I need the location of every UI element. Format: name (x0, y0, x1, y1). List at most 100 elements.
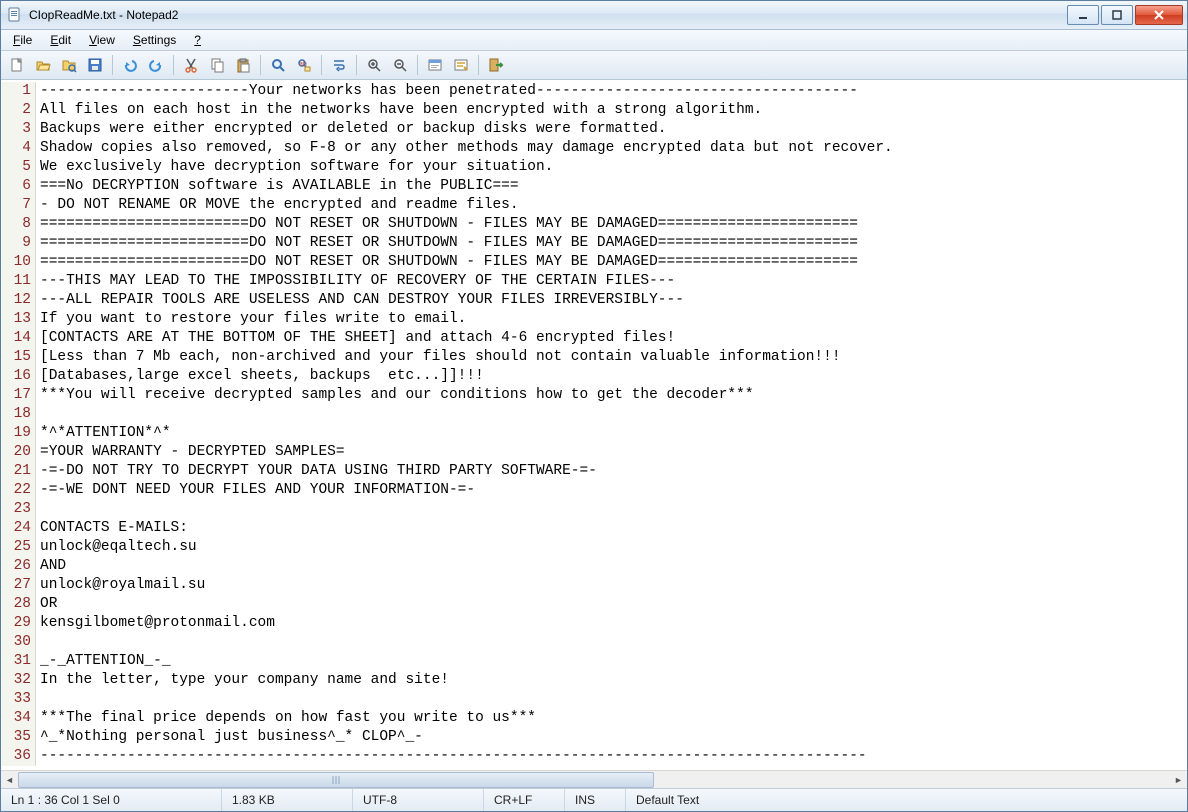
editor-line[interactable]: 18 (1, 405, 1187, 424)
cut-button[interactable] (179, 53, 203, 77)
line-text[interactable]: OR (36, 595, 57, 614)
line-text[interactable]: We exclusively have decryption software … (36, 158, 553, 177)
line-text[interactable]: Shadow copies also removed, so F-8 or an… (36, 139, 893, 158)
line-text[interactable]: ========================DO NOT RESET OR … (36, 234, 858, 253)
zoom-out-button[interactable] (388, 53, 412, 77)
line-text[interactable] (36, 405, 40, 424)
line-text[interactable]: [Less than 7 Mb each, non-archived and y… (36, 348, 841, 367)
editor-line[interactable]: 30 (1, 633, 1187, 652)
line-text[interactable]: *^*ATTENTION*^* (36, 424, 171, 443)
editor-line[interactable]: 6===No DECRYPTION software is AVAILABLE … (1, 177, 1187, 196)
editor-line[interactable]: 10========================DO NOT RESET O… (1, 253, 1187, 272)
line-text[interactable]: ========================DO NOT RESET OR … (36, 253, 858, 272)
editor-line[interactable]: 1------------------------Your networks h… (1, 82, 1187, 101)
save-button[interactable] (83, 53, 107, 77)
line-text[interactable]: -=-WE DONT NEED YOUR FILES AND YOUR INFO… (36, 481, 475, 500)
editor-line[interactable]: 33 (1, 690, 1187, 709)
line-text[interactable] (36, 690, 40, 709)
menu-edit[interactable]: Edit (42, 32, 79, 48)
new-button[interactable] (5, 53, 29, 77)
line-text[interactable]: ------------------------Your networks ha… (36, 82, 858, 101)
editor-line[interactable]: 29kensgilbomet@protonmail.com (1, 614, 1187, 633)
scroll-left-arrow-icon[interactable]: ◄ (1, 771, 18, 788)
editor-line[interactable]: 27unlock@royalmail.su (1, 576, 1187, 595)
redo-button[interactable] (144, 53, 168, 77)
line-text[interactable]: If you want to restore your files write … (36, 310, 466, 329)
editor-line[interactable]: 14[CONTACTS ARE AT THE BOTTOM OF THE SHE… (1, 329, 1187, 348)
editor-line[interactable]: 21-=-DO NOT TRY TO DECRYPT YOUR DATA USI… (1, 462, 1187, 481)
editor-line[interactable]: 2All files on each host in the networks … (1, 101, 1187, 120)
line-text[interactable] (36, 633, 40, 652)
close-button[interactable] (1135, 5, 1183, 25)
customize-button[interactable] (449, 53, 473, 77)
line-text[interactable]: ^_*Nothing personal just business^_* CLO… (36, 728, 423, 747)
find-button[interactable] (266, 53, 290, 77)
editor-line[interactable]: 32In the letter, type your company name … (1, 671, 1187, 690)
editor-line[interactable]: 15[Less than 7 Mb each, non-archived and… (1, 348, 1187, 367)
editor-line[interactable]: 9========================DO NOT RESET OR… (1, 234, 1187, 253)
minimize-button[interactable] (1067, 5, 1099, 25)
editor-line[interactable]: 35^_*Nothing personal just business^_* C… (1, 728, 1187, 747)
open-button[interactable] (31, 53, 55, 77)
line-text[interactable]: [Databases,large excel sheets, backups e… (36, 367, 484, 386)
line-text[interactable]: Backups were either encrypted or deleted… (36, 120, 667, 139)
line-text[interactable]: All files on each host in the networks h… (36, 101, 762, 120)
line-text[interactable]: ***You will receive decrypted samples an… (36, 386, 754, 405)
menu-help[interactable]: ? (186, 32, 209, 48)
status-eol[interactable]: CR+LF (484, 789, 565, 811)
horizontal-scrollbar[interactable]: ◄ ► (1, 770, 1187, 788)
line-text[interactable]: unlock@royalmail.su (36, 576, 205, 595)
line-text[interactable]: In the letter, type your company name an… (36, 671, 449, 690)
editor-line[interactable]: 23 (1, 500, 1187, 519)
wordwrap-button[interactable] (327, 53, 351, 77)
line-text[interactable]: [CONTACTS ARE AT THE BOTTOM OF THE SHEET… (36, 329, 675, 348)
line-text[interactable] (36, 500, 40, 519)
status-ovr[interactable]: INS (565, 789, 626, 811)
line-text[interactable]: CONTACTS E-MAILS: (36, 519, 188, 538)
editor-line[interactable]: 22-=-WE DONT NEED YOUR FILES AND YOUR IN… (1, 481, 1187, 500)
editor-line[interactable]: 13If you want to restore your files writ… (1, 310, 1187, 329)
status-lexer[interactable]: Default Text (626, 789, 1187, 811)
scheme-button[interactable] (423, 53, 447, 77)
editor-line[interactable]: 8========================DO NOT RESET OR… (1, 215, 1187, 234)
zoom-in-button[interactable] (362, 53, 386, 77)
line-text[interactable]: -=-DO NOT TRY TO DECRYPT YOUR DATA USING… (36, 462, 597, 481)
editor-line[interactable]: 16[Databases,large excel sheets, backups… (1, 367, 1187, 386)
copy-button[interactable] (205, 53, 229, 77)
editor-line[interactable]: 19*^*ATTENTION*^* (1, 424, 1187, 443)
menu-file[interactable]: File (5, 32, 40, 48)
editor-line[interactable]: 36--------------------------------------… (1, 747, 1187, 766)
editor-line[interactable]: 26AND (1, 557, 1187, 576)
editor-line[interactable]: 28OR (1, 595, 1187, 614)
editor-line[interactable]: 25unlock@eqaltech.su (1, 538, 1187, 557)
line-text[interactable]: kensgilbomet@protonmail.com (36, 614, 275, 633)
editor-line[interactable]: 20=YOUR WARRANTY - DECRYPTED SAMPLES= (1, 443, 1187, 462)
line-text[interactable]: AND (36, 557, 66, 576)
editor-line[interactable]: 12---ALL REPAIR TOOLS ARE USELESS AND CA… (1, 291, 1187, 310)
exit-button[interactable] (484, 53, 508, 77)
menu-view[interactable]: View (81, 32, 123, 48)
line-text[interactable]: ===No DECRYPTION software is AVAILABLE i… (36, 177, 519, 196)
editor-line[interactable]: 3Backups were either encrypted or delete… (1, 120, 1187, 139)
line-text[interactable]: unlock@eqaltech.su (36, 538, 197, 557)
status-encoding[interactable]: UTF-8 (353, 789, 484, 811)
replace-button[interactable]: ab (292, 53, 316, 77)
scroll-track[interactable] (18, 771, 1170, 788)
editor[interactable]: 1------------------------Your networks h… (1, 80, 1187, 770)
line-text[interactable]: ========================DO NOT RESET OR … (36, 215, 858, 234)
line-text[interactable]: _-_ATTENTION_-_ (36, 652, 171, 671)
editor-line[interactable]: 34***The final price depends on how fast… (1, 709, 1187, 728)
editor-line[interactable]: 11---THIS MAY LEAD TO THE IMPOSSIBILITY … (1, 272, 1187, 291)
browse-button[interactable] (57, 53, 81, 77)
line-text[interactable]: ***The final price depends on how fast y… (36, 709, 536, 728)
line-text[interactable]: =YOUR WARRANTY - DECRYPTED SAMPLES= (36, 443, 345, 462)
editor-line[interactable]: 5We exclusively have decryption software… (1, 158, 1187, 177)
line-text[interactable]: ---THIS MAY LEAD TO THE IMPOSSIBILITY OF… (36, 272, 675, 291)
scroll-thumb[interactable] (18, 772, 654, 788)
paste-button[interactable] (231, 53, 255, 77)
editor-line[interactable]: 7- DO NOT RENAME OR MOVE the encrypted a… (1, 196, 1187, 215)
maximize-button[interactable] (1101, 5, 1133, 25)
editor-line[interactable]: 24CONTACTS E-MAILS: (1, 519, 1187, 538)
status-position[interactable]: Ln 1 : 36 Col 1 Sel 0 (1, 789, 222, 811)
menu-settings[interactable]: Settings (125, 32, 184, 48)
